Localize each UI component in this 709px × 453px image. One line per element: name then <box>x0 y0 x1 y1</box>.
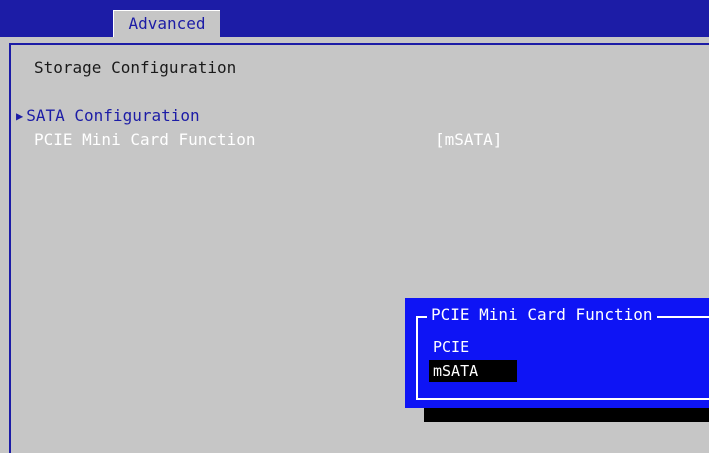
submenu-arrow-icon: ▶ <box>16 109 24 123</box>
top-menu-bar: Advanced <box>0 0 709 37</box>
pcie-mini-card-function-item[interactable]: PCIE Mini Card Function [mSATA] <box>34 130 534 152</box>
sata-configuration-item[interactable]: ▶ SATA Configuration <box>16 106 200 128</box>
page-title: Storage Configuration <box>34 58 237 77</box>
bios-setup-screen: Advanced Storage Configuration ▶ SATA Con… <box>0 0 709 453</box>
popup-title: PCIE Mini Card Function <box>427 304 657 326</box>
popup-frame <box>416 316 709 400</box>
tab-advanced[interactable]: Advanced <box>113 10 220 37</box>
popup-shadow <box>424 408 709 422</box>
pcie-mini-card-function-value: [mSATA] <box>435 130 503 149</box>
option-pcie[interactable]: PCIE <box>429 336 473 358</box>
option-msata[interactable]: mSATA <box>429 360 517 382</box>
pcie-mini-card-function-label: PCIE Mini Card Function <box>34 130 256 149</box>
sata-configuration-label: SATA Configuration <box>26 106 200 125</box>
options-popup: PCIE Mini Card Function PCIE mSATA <box>405 298 709 408</box>
